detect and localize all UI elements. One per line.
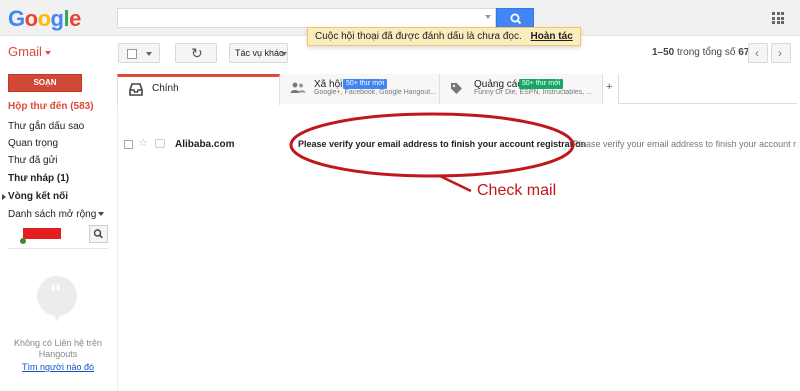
message-sender: Alibaba.com (175, 139, 235, 150)
search-icon (510, 13, 522, 25)
chevron-left-icon: ‹ (755, 46, 759, 60)
tab-subtitle: Google+, Facebook, Google Hangout... (314, 89, 436, 96)
undo-toast: Cuộc hội thoại đã được đánh dấu là chưa … (307, 27, 581, 46)
expand-arrow-icon[interactable] (2, 194, 6, 200)
inbox-icon (129, 83, 143, 96)
tag-icon (451, 83, 462, 94)
sidebar-item-starred[interactable]: Thư gắn dấu sao (8, 121, 84, 132)
more-actions-label: Tác vụ khác (235, 48, 284, 58)
chevron-down-icon (98, 212, 105, 217)
tab-promotions[interactable]: Quảng cáo 50+ thư mới Funny Or Die, ESPN… (440, 74, 603, 104)
sidebar-item-drafts[interactable]: Thư nháp (1) (8, 173, 69, 184)
people-icon (290, 82, 306, 93)
logo-letter: e (69, 6, 81, 31)
sidebar-item-label: Danh sách mở rộng (8, 209, 97, 220)
chevron-down-icon (281, 52, 287, 56)
chevron-down-icon (44, 50, 51, 55)
tab-title: Chính (152, 83, 179, 94)
refresh-button[interactable]: ↻ (175, 43, 217, 63)
pager-range: 1–50 (652, 47, 675, 58)
tab-primary[interactable]: Chính (117, 74, 280, 105)
apps-grid-icon[interactable] (772, 12, 784, 24)
search-icon (93, 229, 103, 239)
search-input[interactable] (117, 8, 496, 28)
next-page-button[interactable]: › (771, 43, 791, 63)
tab-social[interactable]: Xã hội 50+ thư mới Google+, Facebook, Go… (280, 74, 440, 104)
sidebar-item-label: Vòng kết nối (8, 191, 68, 202)
sidebar-divider (8, 248, 108, 249)
chevron-down-icon (146, 52, 152, 56)
annotation-arrow (439, 174, 472, 193)
sidebar-item-sent[interactable]: Thư đã gửi (8, 155, 58, 166)
plus-icon: + (606, 81, 613, 93)
sidebar-item-circles[interactable]: Vòng kết nối (2, 191, 68, 202)
message-subject: Please verify your email address to fini… (298, 139, 587, 149)
gmail-label: Gmail (8, 44, 42, 59)
search-options-chevron-icon[interactable] (485, 15, 491, 19)
logo-letter: o (24, 6, 38, 31)
logo-letter: o (37, 6, 51, 31)
table-row[interactable]: ☆ Alibaba.com Please verify your email a… (117, 134, 800, 154)
hangouts-search-button[interactable] (89, 225, 108, 243)
tab-subtitle: Funny Or Die, ESPN, Instructables, ... (474, 89, 592, 96)
sidebar-item-more[interactable]: Danh sách mở rộng (8, 209, 105, 220)
prev-page-button[interactable]: ‹ (748, 43, 768, 63)
row-checkbox[interactable] (124, 140, 133, 149)
redacted-username (23, 228, 61, 239)
category-tabs: Chính Xã hội 50+ thư mới Google+, Facebo… (117, 74, 797, 105)
sidebar-item-inbox[interactable]: Hộp thư đến (583) (8, 101, 94, 112)
content-divider (117, 74, 118, 391)
logo-letter: G (8, 6, 25, 31)
no-contacts-text: Không có Liên hệ trên Hangouts (8, 338, 108, 360)
tab-badge: 50+ thư mới (343, 79, 388, 89)
refresh-icon: ↻ (191, 45, 203, 61)
undo-link[interactable]: Hoàn tác (531, 31, 573, 42)
no-contacts-line: Không có Liên hệ trên (13, 338, 103, 348)
hangouts-bubble-icon: " (37, 276, 77, 316)
toast-message: Cuộc hội thoại đã được đánh dấu là chưa … (315, 31, 522, 42)
importance-marker-icon[interactable] (155, 139, 165, 148)
google-logo[interactable]: Google (8, 6, 81, 32)
chevron-right-icon: › (778, 46, 782, 60)
search-button[interactable] (496, 8, 534, 28)
sidebar-item-important[interactable]: Quan trọng (8, 138, 58, 149)
no-contacts-line: Hangouts (38, 349, 78, 359)
compose-button[interactable]: SOẠN (8, 74, 82, 92)
add-tab-button[interactable]: + (603, 74, 619, 104)
find-someone-link[interactable]: Tìm người nào đó (8, 362, 108, 372)
more-actions-button[interactable]: Tác vụ khác (229, 43, 288, 63)
message-snippet: Please verify your email address to fini… (573, 139, 797, 149)
annotation-label: Check mail (477, 182, 557, 199)
gmail-menu[interactable]: Gmail (8, 44, 51, 59)
tab-badge: 50+ thư mới (519, 79, 564, 89)
pagination-info: 1–50 trong tổng số 679 (652, 47, 755, 58)
pager-of: trong tổng số (677, 47, 736, 58)
star-icon[interactable]: ☆ (138, 136, 148, 149)
online-status-icon (20, 238, 26, 244)
select-checkbox-button[interactable] (118, 43, 160, 63)
checkbox-icon (127, 49, 137, 59)
logo-letter: g (50, 6, 64, 31)
